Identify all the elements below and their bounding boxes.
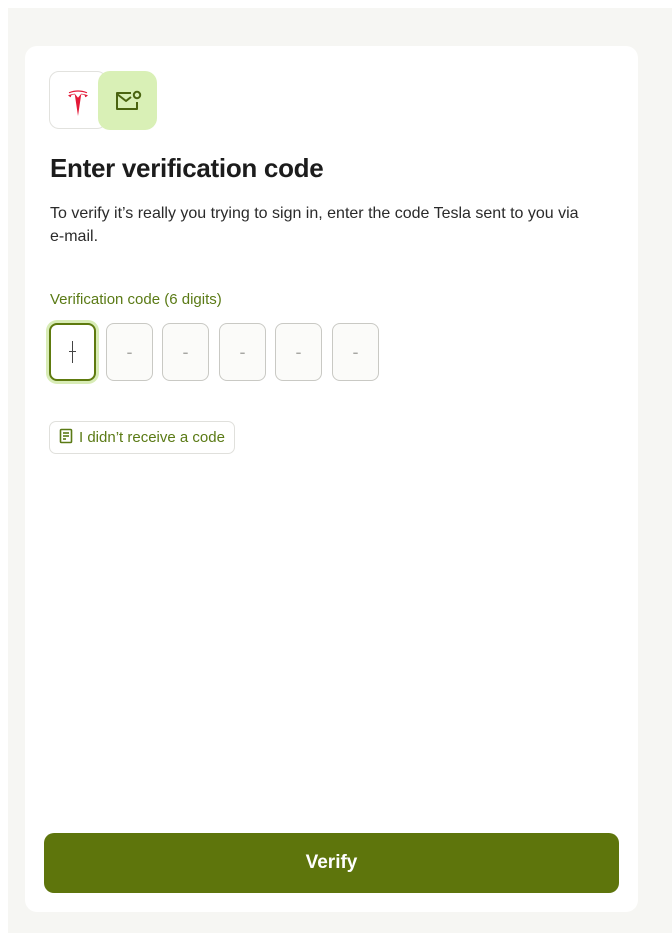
text-caret <box>69 341 76 363</box>
digit-placeholder: - <box>295 341 302 362</box>
page-title: Enter verification code <box>50 153 324 183</box>
no-code-label: I didn’t receive a code <box>79 429 225 446</box>
logo-stack <box>49 71 159 131</box>
document-icon <box>59 428 73 448</box>
code-digit-1[interactable] <box>49 323 96 381</box>
page-background: Enter verification code To verify it’s r… <box>8 8 672 933</box>
mail-icon <box>98 71 157 130</box>
code-label: Verification code (6 digits) <box>50 291 222 308</box>
digit-placeholder: - <box>352 341 359 362</box>
verification-card: Enter verification code To verify it’s r… <box>25 46 638 912</box>
code-digit-6[interactable]: - <box>332 323 379 381</box>
code-digit-4[interactable]: - <box>219 323 266 381</box>
digit-placeholder: - <box>182 341 189 362</box>
no-code-button[interactable]: I didn’t receive a code <box>49 421 235 454</box>
digit-placeholder: - <box>239 341 246 362</box>
code-digit-5[interactable]: - <box>275 323 322 381</box>
code-digit-2[interactable]: - <box>106 323 153 381</box>
verify-button[interactable]: Verify <box>44 833 619 893</box>
page-description: To verify it’s really you trying to sign… <box>50 205 579 245</box>
digit-placeholder: - <box>126 341 133 362</box>
code-digit-3[interactable]: - <box>162 323 209 381</box>
